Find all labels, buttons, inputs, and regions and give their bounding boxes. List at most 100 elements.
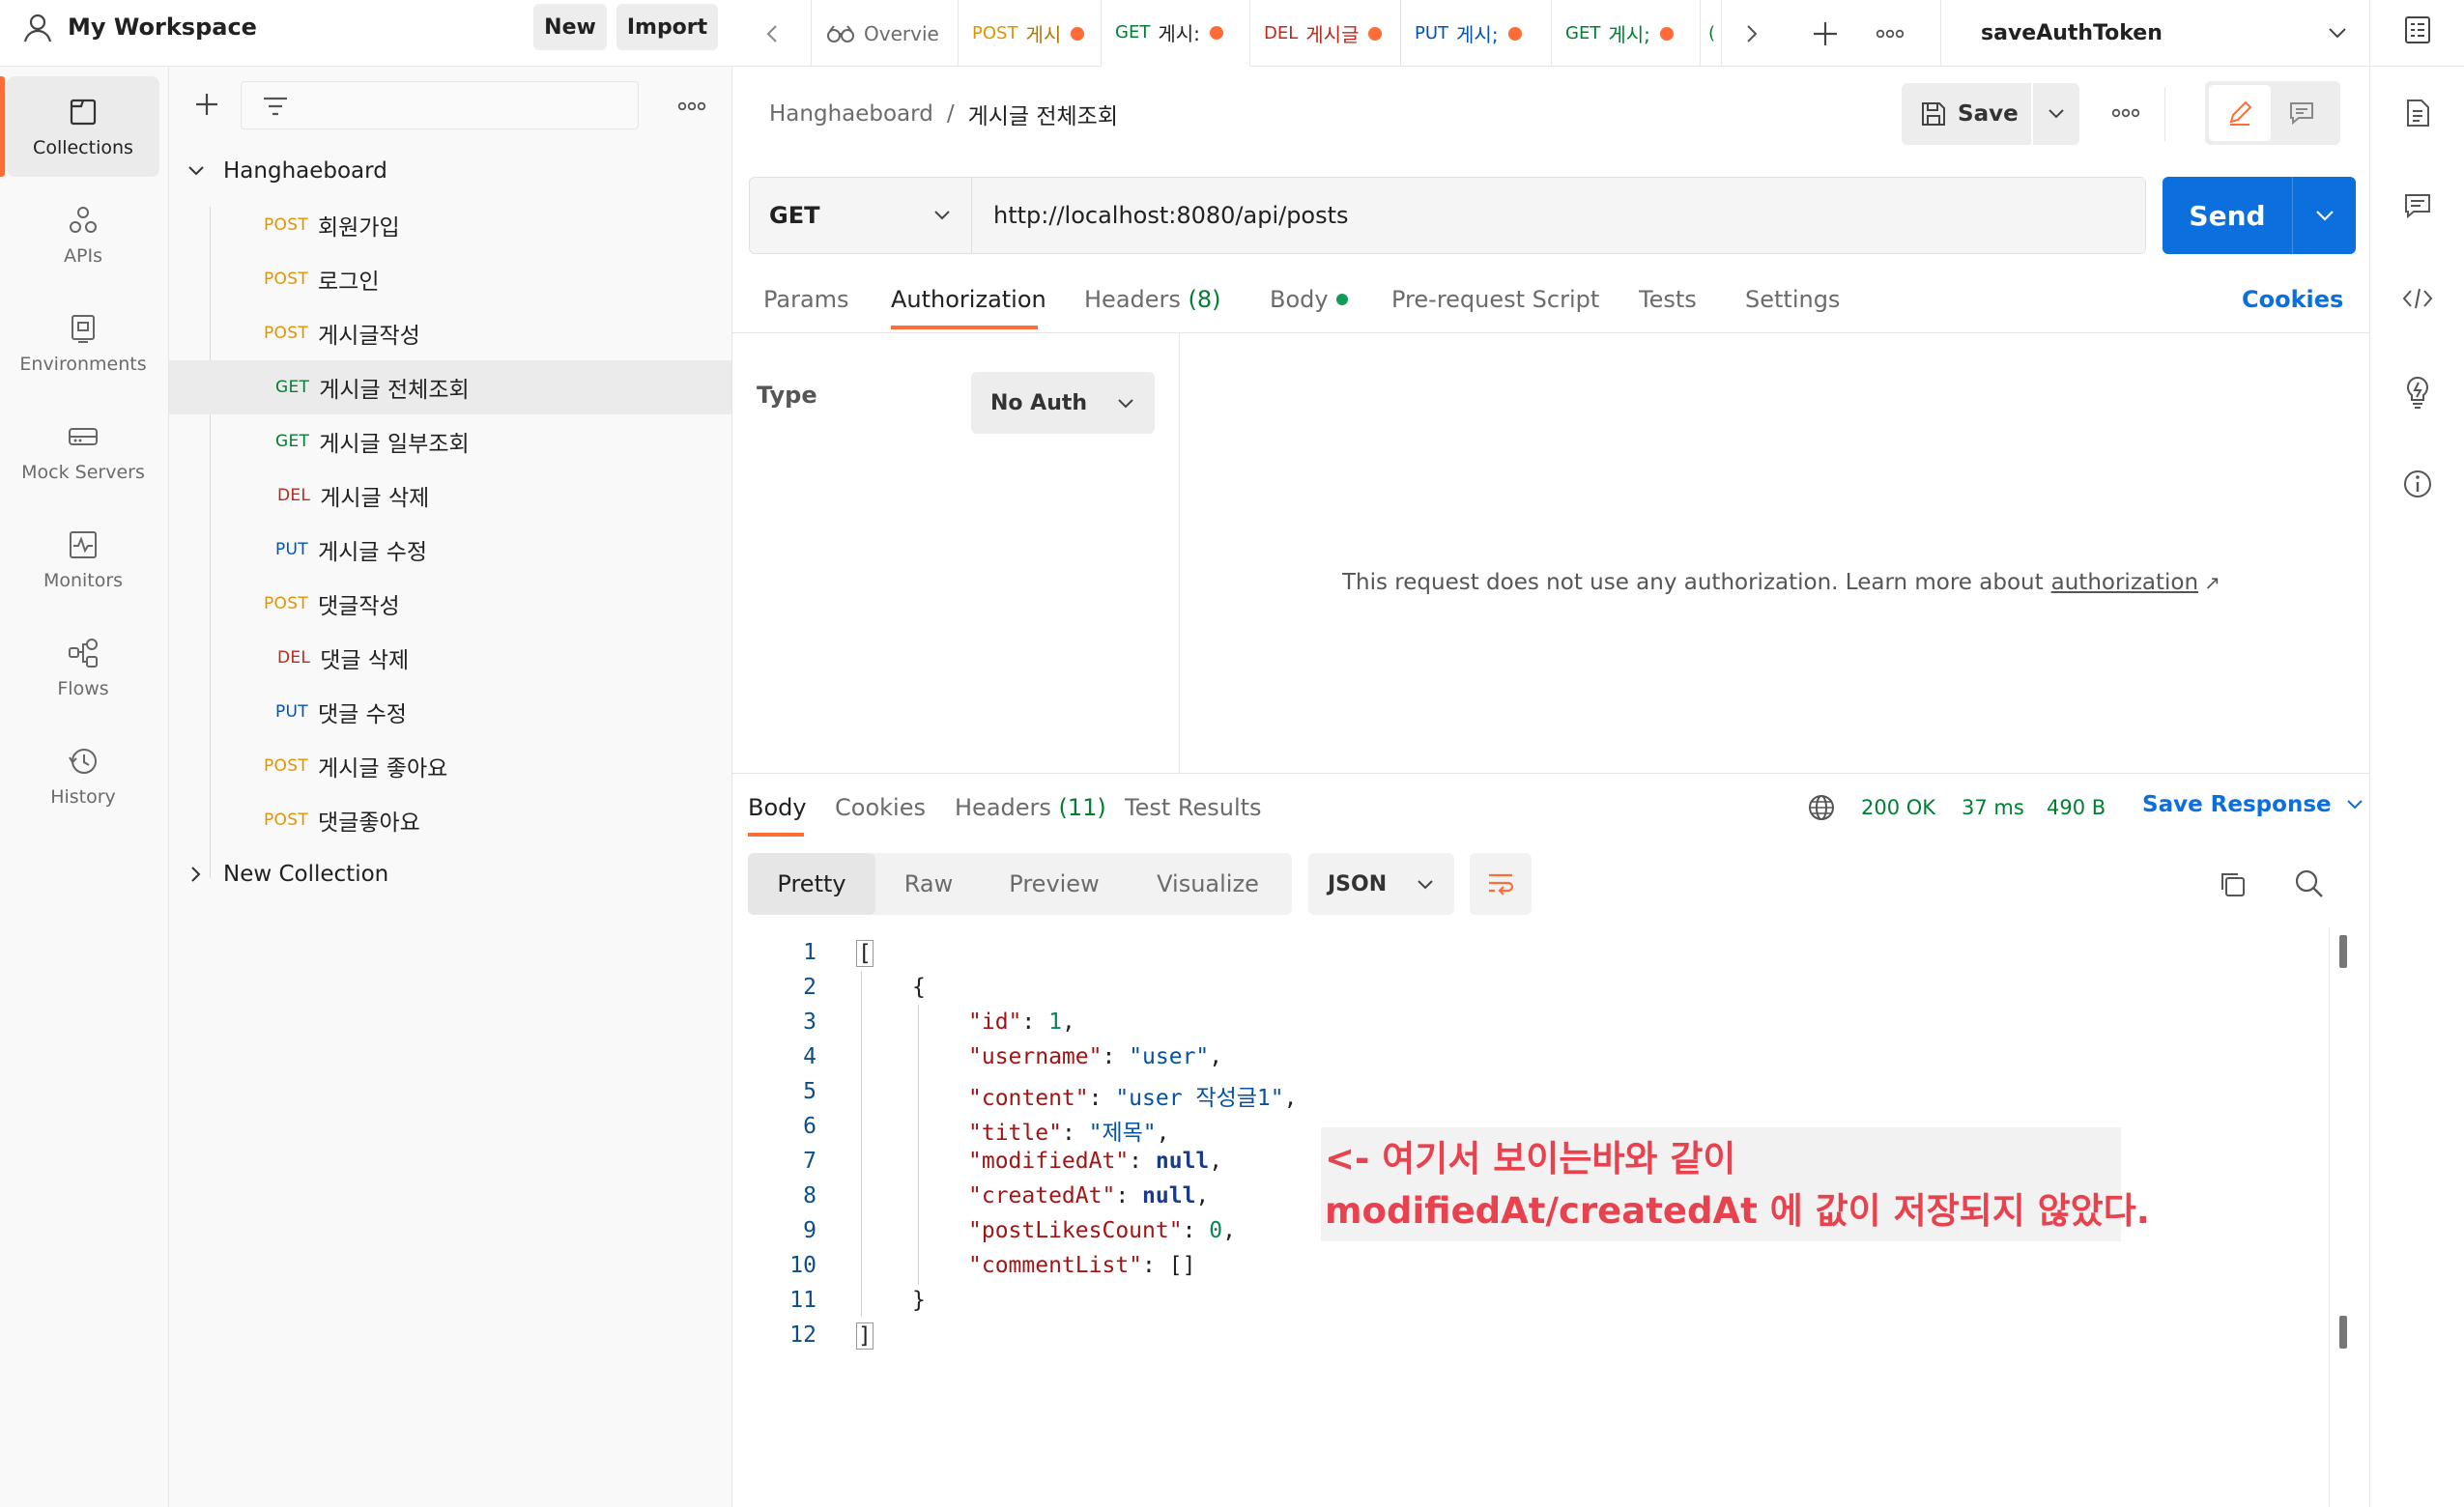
tab-pre-request-script[interactable]: Pre-request Script [1391, 286, 1599, 313]
overview-icon [827, 24, 854, 43]
view-mode-pretty[interactable]: Pretty [748, 853, 875, 915]
format-select[interactable]: JSON [1308, 853, 1454, 915]
rail-label: APIs [64, 245, 102, 267]
save-options-button[interactable] [2033, 83, 2079, 145]
request-item[interactable]: GET 게시글 일부조회 [169, 414, 731, 469]
add-collection-icon[interactable] [192, 90, 221, 119]
chevron-down-icon[interactable] [2314, 206, 2335, 225]
comment-mode-button[interactable] [2271, 85, 2333, 141]
tab-authorization[interactable]: Authorization [891, 286, 1046, 313]
rail-item-flows[interactable]: Flows [7, 617, 159, 718]
new-button[interactable]: New [533, 4, 607, 50]
tab-request[interactable]: PUT 게시; [1401, 0, 1552, 67]
unsaved-dot [1071, 26, 1085, 41]
comments-icon[interactable] [2401, 189, 2434, 222]
import-button[interactable]: Import [616, 4, 718, 50]
request-item[interactable]: POST 댓글좋아요 [169, 793, 731, 847]
tabs-scroll-right[interactable] [1722, 0, 1782, 67]
filter-icon[interactable] [261, 94, 290, 119]
view-mode-visualize[interactable]: Visualize [1127, 853, 1289, 915]
rail-item-collections[interactable]: Collections [7, 76, 159, 177]
response-tab-headers[interactable]: Headers (11) [955, 794, 1106, 821]
send-button[interactable]: Send [2163, 177, 2356, 254]
chevron-down-icon[interactable] [186, 161, 206, 181]
rail-item-mock-servers[interactable]: Mock Servers [7, 401, 159, 501]
wrap-lines-button[interactable] [1470, 853, 1532, 915]
code-icon[interactable] [2401, 282, 2434, 315]
request-item[interactable]: PUT 게시글 수정 [169, 523, 731, 577]
search-icon[interactable] [2293, 867, 2326, 900]
save-response-button[interactable]: Save Response [2142, 792, 2364, 817]
editor-scroll-gutter [2329, 927, 2330, 1507]
edit-mode-button[interactable] [2209, 85, 2271, 141]
request-item[interactable]: POST 로그인 [169, 252, 731, 306]
info-icon[interactable] [2401, 468, 2434, 500]
apis-icon [70, 207, 97, 233]
rail-item-history[interactable]: History [7, 725, 159, 826]
tab-tests[interactable]: Tests [1639, 286, 1697, 313]
scrollbar-marker[interactable] [2339, 1316, 2347, 1349]
more-options-icon[interactable] [677, 101, 706, 111]
auth-type-select[interactable]: No Auth [971, 372, 1155, 434]
environment-selector[interactable]: saveAuthToken [1940, 0, 2369, 67]
collection-hanghaeboard[interactable]: Hanghaeboard [169, 144, 731, 198]
environment-quicklook-icon[interactable] [2401, 14, 2434, 46]
user-icon[interactable] [21, 12, 54, 44]
tab-request[interactable]: GET 게시; [1552, 0, 1701, 67]
request-item[interactable]: DEL 댓글 삭제 [169, 631, 731, 685]
request-more-icon[interactable] [2111, 108, 2140, 118]
documentation-icon[interactable] [2401, 97, 2434, 129]
collection-new-collection[interactable]: New Collection [169, 847, 731, 901]
request-item[interactable]: POST 댓글작성 [169, 577, 731, 631]
rail-label: Collections [33, 137, 133, 158]
response-size[interactable]: 490 B [2047, 796, 2106, 819]
request-name[interactable]: 게시글 전체조회 [968, 98, 1118, 130]
collection-search-input[interactable] [241, 81, 639, 129]
response-tab-test-results[interactable]: Test Results [1125, 794, 1262, 821]
response-time[interactable]: 37 ms [1962, 796, 2024, 819]
tab-request[interactable]: DEL 게시글 [1250, 0, 1401, 67]
tabs-more-icon[interactable] [1876, 29, 1905, 39]
view-mode-raw[interactable]: Raw [875, 853, 982, 915]
response-tab-cookies[interactable]: Cookies [835, 794, 926, 821]
json-bracket: [ [856, 940, 874, 967]
tab-settings[interactable]: Settings [1745, 286, 1840, 313]
response-tab-body[interactable]: Body [748, 794, 807, 821]
save-button[interactable]: Save [1902, 83, 2031, 145]
tab-overview[interactable]: Overvie [812, 0, 959, 67]
copy-icon[interactable] [2217, 868, 2248, 899]
scrollbar-marker[interactable] [2339, 935, 2347, 968]
request-item[interactable]: POST 게시글작성 [169, 306, 731, 360]
request-item[interactable]: POST 게시글 좋아요 [169, 739, 731, 793]
monitors-icon [70, 531, 97, 558]
tab-request-partial[interactable]: ( [1701, 0, 1722, 67]
method-select[interactable]: GET [750, 178, 972, 253]
new-tab-icon[interactable] [1811, 19, 1840, 48]
tab-request-active[interactable]: GET 게시: [1102, 0, 1250, 67]
tab-body[interactable]: Body [1270, 286, 1348, 313]
headers-count: (8) [1188, 286, 1221, 313]
breadcrumb-collection[interactable]: Hanghaeboard [769, 101, 933, 127]
workspace-title[interactable]: My Workspace [68, 14, 257, 41]
url-input[interactable]: http://localhost:8080/api/posts [972, 178, 2145, 253]
cookies-link[interactable]: Cookies [2242, 286, 2343, 313]
tab-headers[interactable]: Headers (8) [1084, 286, 1221, 313]
status-code[interactable]: 200 OK [1861, 796, 1935, 819]
request-item[interactable]: POST 회원가입 [169, 198, 731, 252]
annotation-note: <- 여기서 보이는바와 같이 modifiedAt/createdAt 에 값… [1321, 1127, 2150, 1241]
view-mode-preview[interactable]: Preview [982, 853, 1127, 915]
rail-item-monitors[interactable]: Monitors [7, 509, 159, 610]
tab-params[interactable]: Params [763, 286, 849, 313]
chevron-right-icon[interactable] [186, 865, 206, 884]
request-item[interactable]: PUT 댓글 수정 [169, 685, 731, 739]
related-collections-icon[interactable] [2401, 375, 2434, 410]
rail-item-environments[interactable]: Environments [7, 293, 159, 393]
globe-icon[interactable] [1807, 793, 1836, 822]
authorization-link[interactable]: authorization [2051, 570, 2198, 595]
request-item-selected[interactable]: GET 게시글 전체조회 [169, 360, 731, 414]
request-item[interactable]: DEL 게시글 삭제 [169, 469, 731, 523]
tabs-scroll-left[interactable] [732, 0, 812, 67]
rail-item-apis[interactable]: APIs [7, 185, 159, 285]
rail-label: History [50, 786, 116, 808]
tab-request[interactable]: POST 게시 [959, 0, 1102, 67]
